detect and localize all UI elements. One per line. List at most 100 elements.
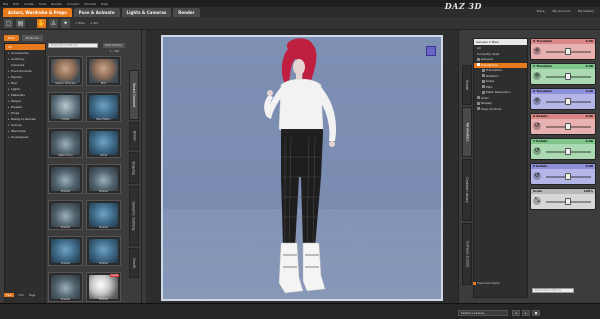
product-thumbnail[interactable]: Preload (48, 200, 83, 230)
3d-viewport[interactable] (146, 30, 458, 303)
parameters-panel: Scene Parameters Content Library Surface… (458, 30, 600, 303)
thumbnail-image (89, 131, 118, 155)
slider-knob[interactable] (565, 148, 571, 155)
slider-knob[interactable] (565, 98, 571, 105)
tree-item-pose-controls[interactable]: Pose Controls (474, 107, 527, 113)
tab-actors-wardrobe-props[interactable]: Actors, Wardrobe & Props (3, 8, 72, 17)
slider-knob[interactable] (565, 73, 571, 80)
show-sub-items-checkbox[interactable]: Show Sub Items (473, 281, 499, 285)
tab-content-library[interactable]: Content Library (462, 159, 472, 221)
product-thumbnail[interactable]: Preload (48, 236, 83, 266)
lesson-stop-icon[interactable]: ■ (532, 310, 540, 316)
content-search-input[interactable]: Enter text to filter by (48, 43, 98, 48)
next-button[interactable]: + Pro (90, 21, 98, 25)
thumbnail-image (51, 95, 80, 119)
z-rotate-slider[interactable]: Z Rotate 0.00 ↺ (530, 163, 596, 185)
tab-info[interactable]: Info (19, 293, 24, 297)
lesson-select[interactable]: Select a Lesson... (458, 310, 508, 316)
product-thumbnail[interactable]: Preload (48, 272, 83, 302)
product-thumbnail[interactable]: Preload (86, 164, 121, 194)
tab-shaping[interactable]: Shaping (129, 152, 139, 184)
tab-parameters[interactable]: Parameters (462, 107, 472, 157)
tab-tips[interactable]: Tips (4, 293, 14, 297)
tab-pose-animate[interactable]: Pose & Animate (73, 8, 120, 17)
menu-create[interactable]: Create (24, 2, 34, 6)
tab-files[interactable]: Files (4, 35, 19, 41)
view-cube-icon[interactable] (426, 46, 436, 56)
figure-selector[interactable]: Genesis 2 Male (474, 39, 527, 45)
tab-lights-cameras[interactable]: Lights & Cameras (121, 8, 172, 17)
product-thumbnail[interactable]: Ghost (86, 128, 121, 158)
tab-tags[interactable]: Tags (29, 293, 35, 297)
lesson-prev-icon[interactable]: ◂ (512, 310, 520, 316)
category-list: All ▸Accessories ▸Anatomy Cameras ▸Envir… (4, 43, 46, 311)
viewport-canvas[interactable] (161, 35, 443, 301)
tab-scene[interactable]: Scene (462, 65, 472, 105)
product-thumbnail[interactable]: Lights Preload (86, 272, 121, 302)
right-side-tabs: Scene Parameters Content Library Surface… (462, 65, 472, 300)
menu-connect[interactable]: Connect (67, 2, 79, 6)
property-tree: Genesis 2 Male All Currently Used Genera… (473, 38, 528, 298)
y-translate-slider[interactable]: Y Translate 0.00 ✢ (530, 63, 596, 85)
x-rotate-slider[interactable]: X Rotate 0.00 ↺ (530, 113, 596, 135)
thumbnail-image (51, 275, 80, 299)
product-thumbnail-grid: Sophia, Chamber Nico Cortex Blue Edition… (48, 56, 128, 312)
pose-tool-icon[interactable]: ✦ (61, 18, 70, 28)
rotate-icon: ↺ (533, 147, 541, 155)
daz-studio-window: File Edit Create Tools Render Connect Wi… (0, 0, 600, 319)
my-gallery-link[interactable]: My Gallery (578, 9, 594, 13)
figure-model[interactable] (163, 37, 443, 301)
parameters-search-input[interactable]: Enter text to filter by (532, 288, 574, 293)
scale-slider[interactable]: Scale 100% ⤡ (530, 188, 596, 210)
thumbnail-image (89, 239, 118, 263)
tab-dform[interactable]: DForm (129, 122, 139, 150)
product-thumbnail[interactable]: Glass Armor (48, 128, 83, 158)
menu-tools[interactable]: Tools (39, 2, 46, 6)
store-menu-button[interactable]: DAZ 3D Store (103, 43, 125, 48)
tab-smart-content[interactable]: Smart Content (129, 70, 139, 120)
category-unassigned[interactable]: ▸Unassigned (5, 134, 45, 140)
slider-knob[interactable] (565, 173, 571, 180)
save-icon[interactable]: ▤ (16, 18, 25, 28)
checkbox-icon (473, 281, 476, 285)
thumbnail-image (89, 167, 118, 191)
slider-knob[interactable] (565, 123, 571, 130)
menu-edit[interactable]: Edit (13, 2, 19, 6)
menu-bar: File Edit Create Tools Render Connect Wi… (0, 0, 600, 7)
menu-window[interactable]: Window (84, 2, 96, 6)
tab-render[interactable]: Render (173, 8, 200, 17)
product-thumbnail[interactable]: Blue Edition (86, 92, 121, 122)
tab-surfaces-color[interactable]: Surfaces (Color) (462, 223, 472, 285)
menu-file[interactable]: File (3, 2, 8, 6)
lesson-next-icon[interactable]: ▸ (522, 310, 530, 316)
product-thumbnail[interactable]: Sophia, Chamber (48, 56, 83, 86)
tab-geofit[interactable]: Geofit (129, 248, 139, 278)
tab-products[interactable]: Products (21, 35, 43, 41)
slider-knob[interactable] (565, 198, 571, 205)
thumbnail-image (51, 167, 80, 191)
left-side-tabs: Smart Content DForm Shaping Dynamic Clot… (129, 70, 139, 305)
move-icon: ✢ (533, 47, 541, 55)
y-rotate-slider[interactable]: Y Rotate 0.00 ↺ (530, 138, 596, 160)
menu-help[interactable]: Help (101, 2, 108, 6)
thumbnail-image (51, 203, 80, 227)
my-account-link[interactable]: My Account (553, 9, 570, 13)
thumbnail-image (89, 95, 118, 119)
product-thumbnail[interactable]: Preload (48, 164, 83, 194)
tab-dynamic-clothing[interactable]: Dynamic Clothing (129, 186, 139, 246)
menu-render[interactable]: Render (51, 2, 62, 6)
slider-knob[interactable] (565, 48, 571, 55)
product-thumbnail[interactable]: Preload (86, 236, 121, 266)
top-links: Store My Account My Gallery (537, 9, 594, 13)
select-tool-icon[interactable]: ✋ (37, 18, 46, 28)
product-thumbnail[interactable]: Nico (86, 56, 121, 86)
file-icon[interactable]: ▢ (4, 18, 13, 28)
figure-tool-icon[interactable]: ♙ (49, 18, 58, 28)
content-panel: Files Products Enter text to filter by D… (0, 30, 142, 311)
prev-button[interactable]: < Prev (75, 21, 85, 25)
z-translate-slider[interactable]: Z Translate 0.00 ✢ (530, 88, 596, 110)
x-translate-slider[interactable]: X Translate 0.00 ✢ (530, 38, 596, 60)
store-link[interactable]: Store (537, 9, 545, 13)
product-thumbnail[interactable]: Cortex (48, 92, 83, 122)
product-thumbnail[interactable]: Preload (86, 200, 121, 230)
